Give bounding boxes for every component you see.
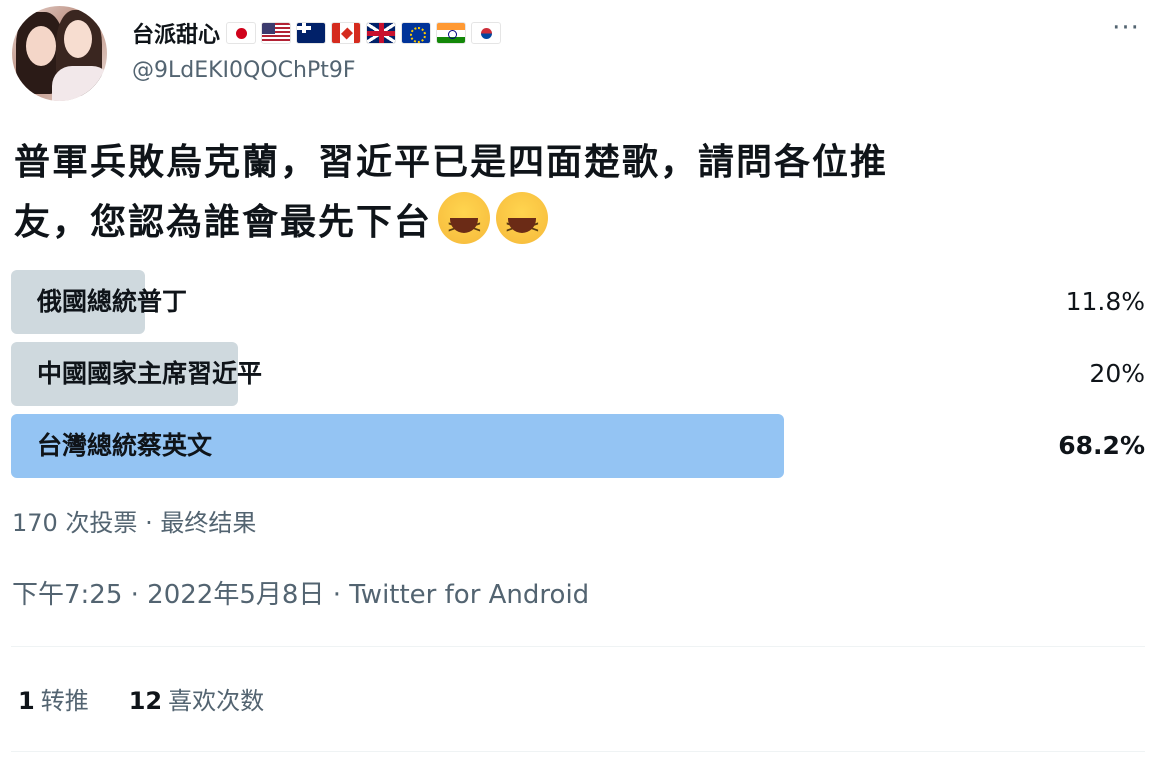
japan-flag-icon bbox=[226, 22, 257, 44]
poll-summary: 170 次投票 · 最终结果 bbox=[12, 509, 257, 537]
poll-option-label: 中國國家主席習近平 bbox=[37, 359, 263, 388]
poll-option: 台灣總統蔡英文 68.2% bbox=[11, 414, 1145, 478]
uk-flag-icon bbox=[366, 22, 397, 44]
retweets-label: 转推 bbox=[40, 687, 89, 715]
retweets-count: 1 bbox=[18, 687, 35, 715]
grinning-squinting-face-icon bbox=[438, 192, 491, 256]
display-name[interactable]: 台派甜心 bbox=[132, 17, 220, 49]
poll: 俄國總統普丁 11.8% 中國國家主席習近平 20% 台灣總統蔡英文 68.2% bbox=[11, 270, 1145, 486]
tweet-text-line-2: 友，您認為誰會最先下台 bbox=[14, 192, 1124, 256]
likes-count: 12 bbox=[128, 687, 163, 715]
eu-flag-icon bbox=[401, 22, 432, 44]
grinning-squinting-face-icon bbox=[496, 192, 549, 256]
divider bbox=[11, 646, 1145, 647]
tweet-text: 普軍兵敗烏克蘭，習近平已是四面楚歌，請問各位推 友，您認為誰會最先下台 bbox=[14, 134, 1124, 256]
tweet-text-line-1: 普軍兵敗烏克蘭，習近平已是四面楚歌，請問各位推 bbox=[14, 142, 889, 183]
retweets-stat[interactable]: 1 转推 bbox=[18, 684, 89, 718]
india-flag-icon bbox=[436, 22, 467, 44]
engagement-stats: 1 转推 12 喜欢次数 bbox=[18, 684, 304, 718]
likes-label: 喜欢次数 bbox=[168, 687, 265, 715]
poll-option-label: 台灣總統蔡英文 bbox=[37, 431, 213, 460]
more-options-icon[interactable]: ··· bbox=[1106, 15, 1146, 44]
poll-option: 中國國家主席習近平 20% bbox=[11, 342, 1145, 406]
user-handle[interactable]: @9LdEKI0QOChPt9F bbox=[132, 58, 356, 83]
likes-stat[interactable]: 12 喜欢次数 bbox=[129, 684, 264, 718]
south-korea-flag-icon bbox=[471, 22, 502, 44]
australia-flag-icon bbox=[296, 22, 327, 44]
tweet-timestamp[interactable]: 下午7:25 · 2022年5月8日 · Twitter for Android bbox=[12, 578, 589, 612]
poll-option-label: 俄國總統普丁 bbox=[37, 287, 188, 316]
avatar[interactable] bbox=[12, 6, 107, 101]
poll-option-percent: 11.8% bbox=[1065, 287, 1145, 316]
usa-flag-icon bbox=[261, 22, 292, 44]
poll-option-percent: 20% bbox=[1089, 359, 1145, 388]
user-name-row: 台派甜心 bbox=[132, 16, 506, 50]
poll-option: 俄國總統普丁 11.8% bbox=[11, 270, 1145, 334]
divider bbox=[11, 751, 1145, 752]
tweet-detail: 台派甜心 @9LdEKI0QOChPt9F ··· 普軍兵敗烏克蘭，習近平已是四… bbox=[0, 0, 1174, 758]
canada-flag-icon bbox=[331, 22, 362, 44]
poll-option-percent: 68.2% bbox=[1058, 431, 1145, 460]
